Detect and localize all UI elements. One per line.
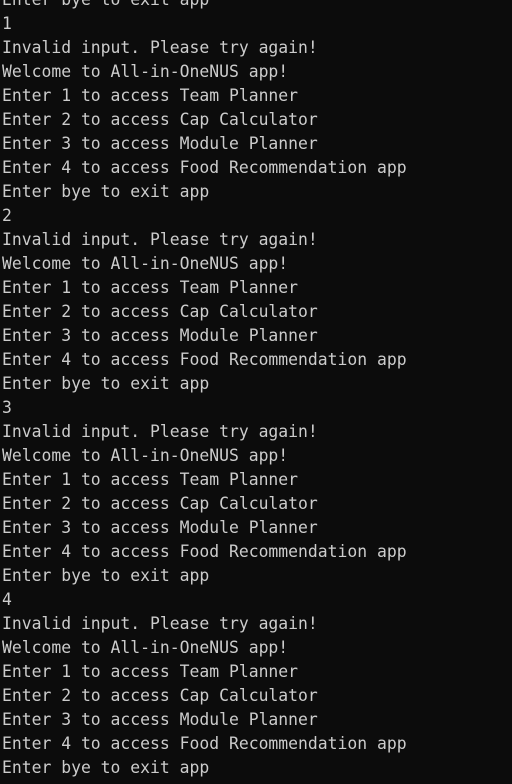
console-line: Enter 1 to access Team Planner: [2, 470, 299, 489]
console-line: Enter 4 to access Food Recommendation ap…: [2, 158, 407, 177]
console-line: Enter 2 to access Cap Calculator: [2, 686, 318, 705]
console-line: 3: [2, 398, 12, 417]
console-line: Invalid input. Please try again!: [2, 38, 318, 57]
console-line: Enter 2 to access Cap Calculator: [2, 494, 318, 513]
console-output[interactable]: Enter bye to exit app 1 Invalid input. Ple…: [0, 0, 512, 784]
console-line: Enter 3 to access Module Planner: [2, 134, 318, 153]
console-line: Enter bye to exit app: [2, 566, 210, 585]
console-line: Invalid input. Please try again!: [2, 422, 318, 441]
console-line: Enter 4 to access Food Recommendation ap…: [2, 734, 407, 753]
console-line: Enter 2 to access Cap Calculator: [2, 110, 318, 129]
console-line: Welcome to All-in-OneNUS app!: [2, 638, 289, 657]
console-line: 4: [2, 590, 12, 609]
console-line: Enter 4 to access Food Recommendation ap…: [2, 542, 407, 561]
console-line: Welcome to All-in-OneNUS app!: [2, 254, 289, 273]
console-line: Welcome to All-in-OneNUS app!: [2, 62, 289, 81]
console-line: Enter 3 to access Module Planner: [2, 710, 318, 729]
console-line: Enter 3 to access Module Planner: [2, 326, 318, 345]
console-line: Enter bye to exit app: [2, 374, 210, 393]
console-line: Enter bye to exit app: [2, 0, 209, 12]
console-line: Welcome to All-in-OneNUS app!: [2, 446, 289, 465]
console-line: 1: [2, 14, 12, 33]
console-line: Enter bye to exit app: [2, 182, 210, 201]
console-line: Enter 1 to access Team Planner: [2, 86, 299, 105]
console-line: Enter 4 to access Food Recommendation ap…: [2, 350, 407, 369]
console-line: 2: [2, 206, 12, 225]
console-line: Enter 1 to access Team Planner: [2, 278, 299, 297]
console-line: Enter bye to exit app: [2, 758, 210, 777]
console-line: Invalid input. Please try again!: [2, 614, 318, 633]
console-line: Enter 2 to access Cap Calculator: [2, 302, 318, 321]
console-line: Invalid input. Please try again!: [2, 230, 318, 249]
console-line: Enter 1 to access Team Planner: [2, 662, 299, 681]
console-line: Enter 3 to access Module Planner: [2, 518, 318, 537]
